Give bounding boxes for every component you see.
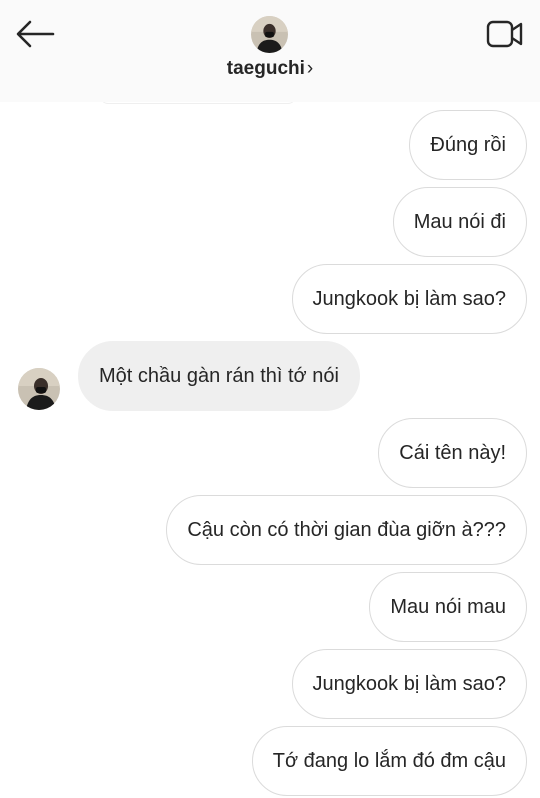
arrow-left-icon bbox=[16, 20, 55, 48]
message-text: Mau nói đi bbox=[413, 211, 506, 233]
video-camera-icon bbox=[486, 20, 523, 48]
message-bubble-received[interactable]: Một chầu gàn rán thì tớ nói bbox=[78, 341, 360, 411]
message-text: Jungkook bị làm sao? bbox=[312, 673, 506, 695]
message-bubble-sent[interactable]: Jungkook bị làm sao? bbox=[291, 649, 527, 719]
message-bubble-sent[interactable]: Cái tên này! bbox=[378, 418, 527, 488]
chat-title[interactable]: taeguchi › bbox=[0, 58, 540, 80]
message-text: Cậu còn có thời gian đùa giỡn à??? bbox=[187, 519, 506, 541]
message-text: Tớ đang lo lắm đó đm cậu bbox=[272, 750, 506, 772]
message-bubble-sent[interactable]: Mau nói đi bbox=[392, 187, 527, 257]
chevron-right-icon: › bbox=[306, 58, 314, 79]
message-text: Đúng rồi bbox=[430, 134, 506, 156]
message-thread[interactable]: Đúng rồi Mau nói đi Jungkook bị làm sao?… bbox=[0, 0, 540, 798]
message-text: Jungkook bị làm sao? bbox=[312, 288, 506, 310]
header-avatar[interactable] bbox=[251, 16, 288, 53]
message-text: Mau nói mau bbox=[390, 596, 506, 618]
message-bubble-sent[interactable]: Mau nói mau bbox=[369, 572, 527, 642]
video-call-button[interactable] bbox=[484, 16, 526, 52]
message-bubble-sent[interactable]: Đúng rồi bbox=[409, 110, 527, 180]
chat-header: taeguchi › bbox=[0, 0, 540, 102]
username: taeguchi bbox=[226, 58, 305, 79]
message-text: Một chầu gàn rán thì tớ nói bbox=[99, 365, 339, 387]
message-bubble-sent[interactable]: Tớ đang lo lắm đó đm cậu bbox=[251, 726, 527, 796]
message-bubble-sent[interactable]: Cậu còn có thời gian đùa giỡn à??? bbox=[166, 495, 527, 565]
back-button[interactable] bbox=[14, 16, 56, 52]
message-bubble-sent[interactable]: Jungkook bị làm sao? bbox=[291, 264, 527, 334]
profile-photo-icon bbox=[251, 16, 288, 53]
sender-avatar[interactable] bbox=[18, 368, 60, 410]
message-text: Cái tên này! bbox=[399, 442, 506, 464]
profile-photo-icon bbox=[18, 368, 60, 410]
